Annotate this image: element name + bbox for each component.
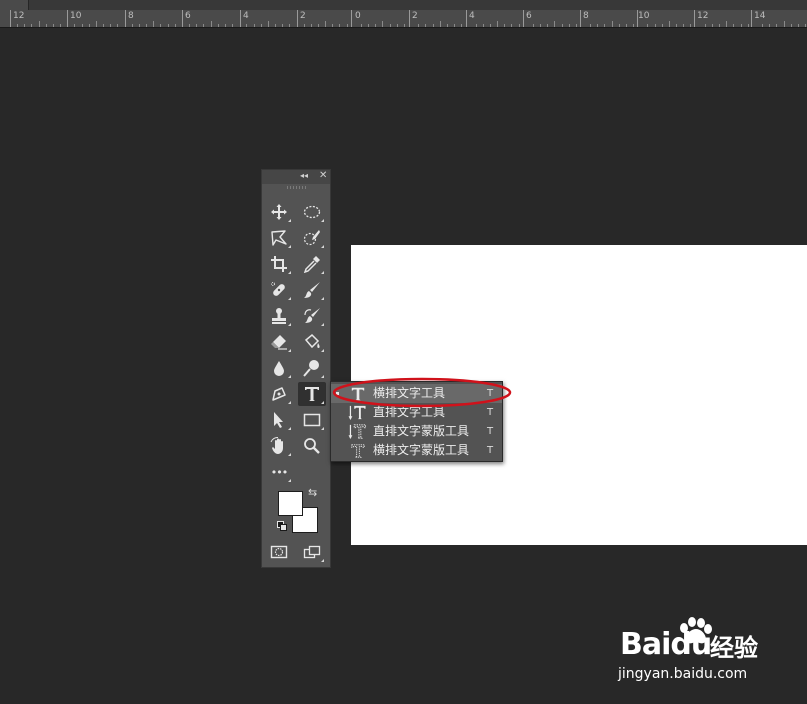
type-tool-flyout: 横排文字工具 T 直排文字工具 T 直排文字蒙版工具 T 横排文字蒙版工具 T (330, 381, 503, 462)
screen-mode-icon (303, 545, 321, 559)
flyout-item-horizontal-type-mask[interactable]: 横排文字蒙版工具 T (331, 441, 502, 460)
rotate-view-tool[interactable] (265, 434, 293, 458)
bucket-icon (304, 333, 320, 349)
horizontal-ruler: 12 10 8 6 4 2 0 2 4 6 8 10 12 14 (0, 10, 807, 28)
flyout-item-label: 横排文字蒙版工具 (373, 443, 470, 457)
eyedropper-tool[interactable] (298, 252, 326, 276)
more-icon: ••• (270, 465, 288, 479)
ruler-label: 12 (697, 11, 709, 21)
document-tab-strip (0, 0, 807, 10)
collapse-panel-icon[interactable]: ◂◂ (300, 171, 308, 180)
ellipse-marquee-icon (303, 205, 321, 219)
vertical-type-mask-icon (347, 422, 369, 441)
eraser-icon (271, 335, 287, 350)
flyout-item-shortcut: T (487, 407, 494, 418)
watermark-url: jingyan.baidu.com (618, 666, 748, 682)
quick-mask-icon (270, 545, 288, 559)
flyout-item-shortcut: T (487, 388, 494, 399)
zoom-tool[interactable] (298, 434, 326, 458)
screen-mode-button[interactable] (298, 540, 326, 564)
paw-logo-icon (680, 617, 712, 644)
flyout-item-label: 直排文字蒙版工具 (373, 424, 470, 438)
dodge-icon (303, 360, 319, 377)
rectangle-tool[interactable] (298, 408, 326, 432)
panel-grip[interactable] (287, 186, 307, 189)
ruler-label: 8 (128, 11, 134, 21)
baidu-jingyan-watermark: Baidu 经验 jingyan.baidu.com (618, 616, 768, 690)
flyout-item-horizontal-type[interactable]: 横排文字工具 T (331, 384, 502, 403)
watermark-brand-cn: 经验 (710, 634, 758, 662)
brush-icon (304, 282, 320, 298)
spot-healing-tool[interactable] (265, 278, 293, 302)
flyout-item-vertical-type-mask[interactable]: 直排文字蒙版工具 T (331, 422, 502, 441)
quick-selection-tool[interactable] (298, 226, 326, 250)
ruler-label: 4 (469, 11, 475, 21)
rectangle-icon (303, 413, 321, 427)
pen-tool[interactable] (265, 382, 293, 406)
ruler-label: 6 (526, 11, 532, 21)
horizontal-type-mask-icon (347, 441, 369, 460)
type-icon (305, 387, 319, 401)
hand-icon (270, 437, 283, 454)
quick-mask-button[interactable] (265, 540, 293, 564)
crop-icon (271, 256, 287, 272)
selected-bullet-icon (336, 392, 339, 395)
polygonal-lasso-tool[interactable] (265, 226, 293, 250)
pen-icon (272, 387, 286, 401)
ruler-label: 10 (70, 11, 82, 21)
move-tool[interactable] (265, 200, 293, 224)
document-tab[interactable] (0, 0, 29, 10)
ruler-label: 2 (412, 11, 418, 21)
tools-panel: ◂◂ ✕ ••• ⇆ (261, 169, 331, 568)
swap-colors-icon[interactable]: ⇆ (308, 486, 317, 499)
vertical-type-icon (347, 403, 369, 422)
ruler-label: 0 (355, 11, 361, 21)
elliptical-marquee-tool[interactable] (298, 200, 326, 224)
close-panel-icon[interactable]: ✕ (319, 170, 327, 181)
ruler-label: 8 (583, 11, 589, 21)
foreground-color-swatch[interactable] (278, 491, 303, 516)
dodge-tool[interactable] (298, 356, 326, 380)
ruler-label: 2 (300, 11, 306, 21)
move-icon (271, 204, 287, 220)
quick-select-icon (303, 230, 320, 246)
blur-tool[interactable] (265, 356, 293, 380)
eraser-tool[interactable] (265, 330, 293, 354)
horizontal-type-icon (347, 384, 369, 403)
paint-bucket-tool[interactable] (298, 330, 326, 354)
flyout-item-shortcut: T (487, 445, 494, 456)
flyout-item-shortcut: T (487, 426, 494, 437)
stamp-icon (272, 308, 286, 324)
tools-panel-header[interactable]: ◂◂ ✕ (262, 170, 330, 184)
ruler-label: 10 (638, 11, 650, 21)
history-brush-icon (304, 308, 320, 323)
drop-icon (274, 361, 284, 376)
crop-tool[interactable] (265, 252, 293, 276)
brush-tool[interactable] (298, 278, 326, 302)
ruler-ticks (10, 10, 806, 27)
eyedropper-icon (303, 256, 320, 273)
ruler-label: 6 (185, 11, 191, 21)
flyout-item-vertical-type[interactable]: 直排文字工具 T (331, 403, 502, 422)
type-tool[interactable] (298, 382, 326, 406)
flyout-item-label: 横排文字工具 (373, 386, 446, 400)
flyout-item-label: 直排文字工具 (373, 405, 446, 419)
lasso-icon (271, 230, 287, 246)
ruler-label: 14 (754, 11, 766, 21)
path-selection-tool[interactable] (265, 408, 293, 432)
ruler-label: 4 (243, 11, 249, 21)
history-brush-tool[interactable] (298, 304, 326, 328)
bandage-icon (271, 282, 285, 296)
zoom-icon (304, 438, 320, 454)
default-colors-icon[interactable] (277, 521, 287, 531)
ruler-label: 12 (13, 11, 25, 21)
clone-stamp-tool[interactable] (265, 304, 293, 328)
arrow-icon (274, 412, 283, 428)
edit-toolbar-button[interactable]: ••• (265, 460, 293, 484)
